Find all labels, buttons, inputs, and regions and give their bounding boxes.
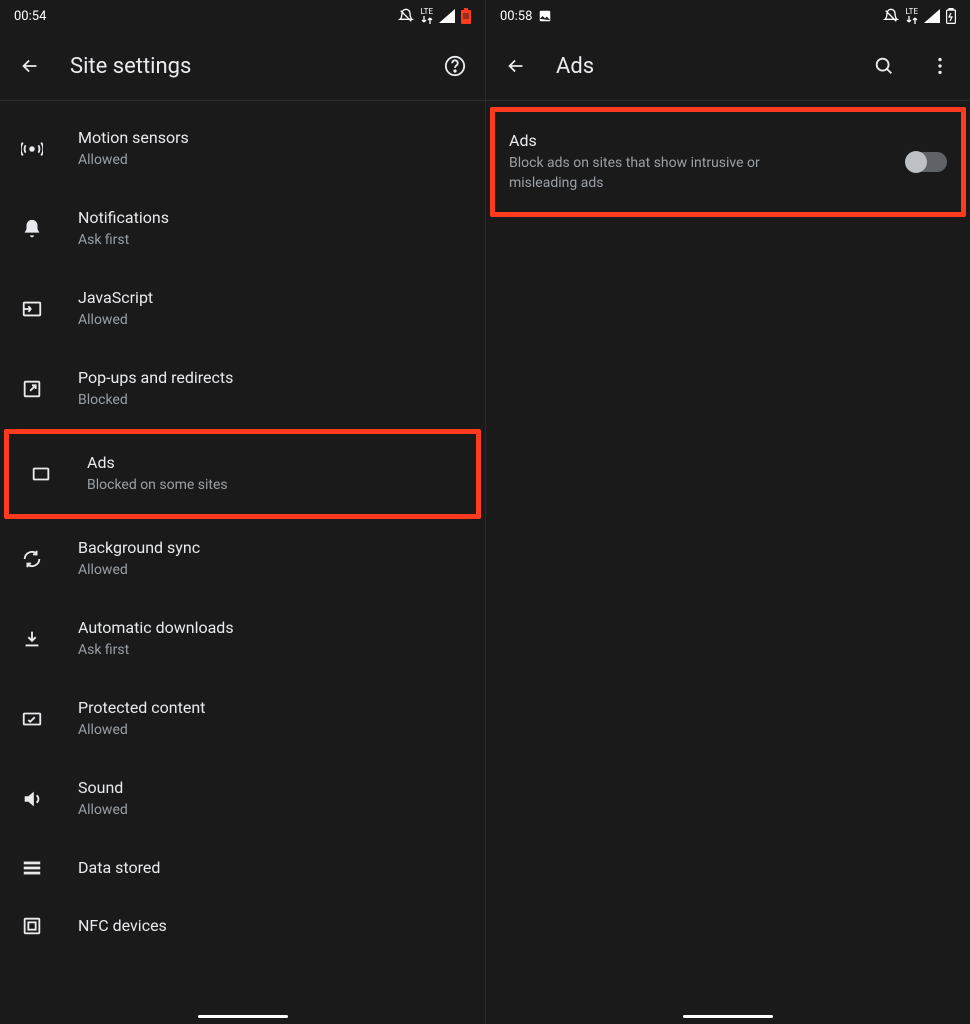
ads-icon <box>23 463 59 485</box>
row-label: Pop-ups and redirects <box>78 367 471 389</box>
alarm-off-icon <box>398 8 414 24</box>
battery-low-icon <box>461 8 471 24</box>
ads-screen: 00:58 LTE <box>485 0 970 1024</box>
page-title: Site settings <box>70 54 415 79</box>
protected-content-icon <box>14 708 50 730</box>
image-icon <box>538 9 552 23</box>
row-sub: Ask first <box>78 231 471 251</box>
back-button[interactable] <box>14 50 46 82</box>
signal-icon <box>439 9 455 23</box>
popup-icon <box>14 378 50 400</box>
signal-icon <box>924 9 940 23</box>
setting-row-popups[interactable]: Pop-ups and redirects Blocked <box>0 349 485 429</box>
row-sub: Allowed <box>78 801 471 821</box>
setting-row-nfc-devices[interactable]: NFC devices <box>0 897 485 943</box>
row-label: JavaScript <box>78 287 471 309</box>
setting-row-motion-sensors[interactable]: Motion sensors Allowed <box>0 109 485 189</box>
sync-icon <box>14 548 50 570</box>
row-label: Motion sensors <box>78 127 471 149</box>
bell-icon <box>14 218 50 240</box>
nfc-icon <box>14 915 50 937</box>
ads-toggle-row[interactable]: Ads Block ads on sites that show intrusi… <box>490 107 966 217</box>
row-sub: Ask first <box>78 641 471 661</box>
row-sub: Allowed <box>78 561 471 581</box>
setting-row-notifications[interactable]: Notifications Ask first <box>0 189 485 269</box>
motion-sensors-icon <box>14 138 50 160</box>
row-sub: Allowed <box>78 151 471 171</box>
back-button[interactable] <box>500 50 532 82</box>
row-label: Data stored <box>78 857 471 879</box>
settings-list: Motion sensors Allowed Notifications Ask… <box>0 101 485 944</box>
app-bar: Ads <box>486 32 970 100</box>
setting-row-protected-content[interactable]: Protected content Allowed <box>0 679 485 759</box>
row-sub: Allowed <box>78 311 471 331</box>
row-label: Notifications <box>78 207 471 229</box>
row-label: Sound <box>78 777 471 799</box>
help-button[interactable] <box>439 50 471 82</box>
row-label: NFC devices <box>78 915 471 937</box>
row-sub: Allowed <box>78 721 471 741</box>
download-icon <box>14 628 50 650</box>
status-time: 00:54 <box>14 9 46 24</box>
row-label: Automatic downloads <box>78 617 471 639</box>
setting-sub: Block ads on sites that show intrusive o… <box>509 154 819 193</box>
status-time: 00:58 <box>500 9 532 24</box>
more-button[interactable] <box>924 50 956 82</box>
lte-icon: LTE <box>420 8 433 24</box>
data-stored-icon <box>14 857 50 879</box>
alarm-off-icon <box>883 8 899 24</box>
row-label: Protected content <box>78 697 471 719</box>
setting-row-sound[interactable]: Sound Allowed <box>0 759 485 839</box>
row-label: Background sync <box>78 537 471 559</box>
row-sub: Blocked <box>78 391 471 411</box>
ads-toggle[interactable] <box>907 152 947 172</box>
status-bar: 00:58 LTE <box>486 0 970 32</box>
setting-row-automatic-downloads[interactable]: Automatic downloads Ask first <box>0 599 485 679</box>
status-bar: 00:54 LTE <box>0 0 485 32</box>
setting-label: Ads <box>509 130 891 152</box>
setting-row-data-stored[interactable]: Data stored <box>0 839 485 897</box>
setting-row-background-sync[interactable]: Background sync Allowed <box>0 519 485 599</box>
battery-charging-icon <box>946 8 956 24</box>
setting-row-ads[interactable]: Ads Blocked on some sites <box>4 429 481 519</box>
sound-icon <box>14 788 50 810</box>
site-settings-screen: 00:54 LTE Sit <box>0 0 485 1024</box>
nav-handle[interactable] <box>683 1015 773 1018</box>
nav-handle[interactable] <box>198 1015 288 1018</box>
javascript-icon <box>14 298 50 320</box>
search-button[interactable] <box>868 50 900 82</box>
row-label: Ads <box>87 452 462 474</box>
page-title: Ads <box>556 54 844 79</box>
lte-icon: LTE <box>905 8 918 24</box>
setting-row-javascript[interactable]: JavaScript Allowed <box>0 269 485 349</box>
row-sub: Blocked on some sites <box>87 476 462 496</box>
app-bar: Site settings <box>0 32 485 100</box>
